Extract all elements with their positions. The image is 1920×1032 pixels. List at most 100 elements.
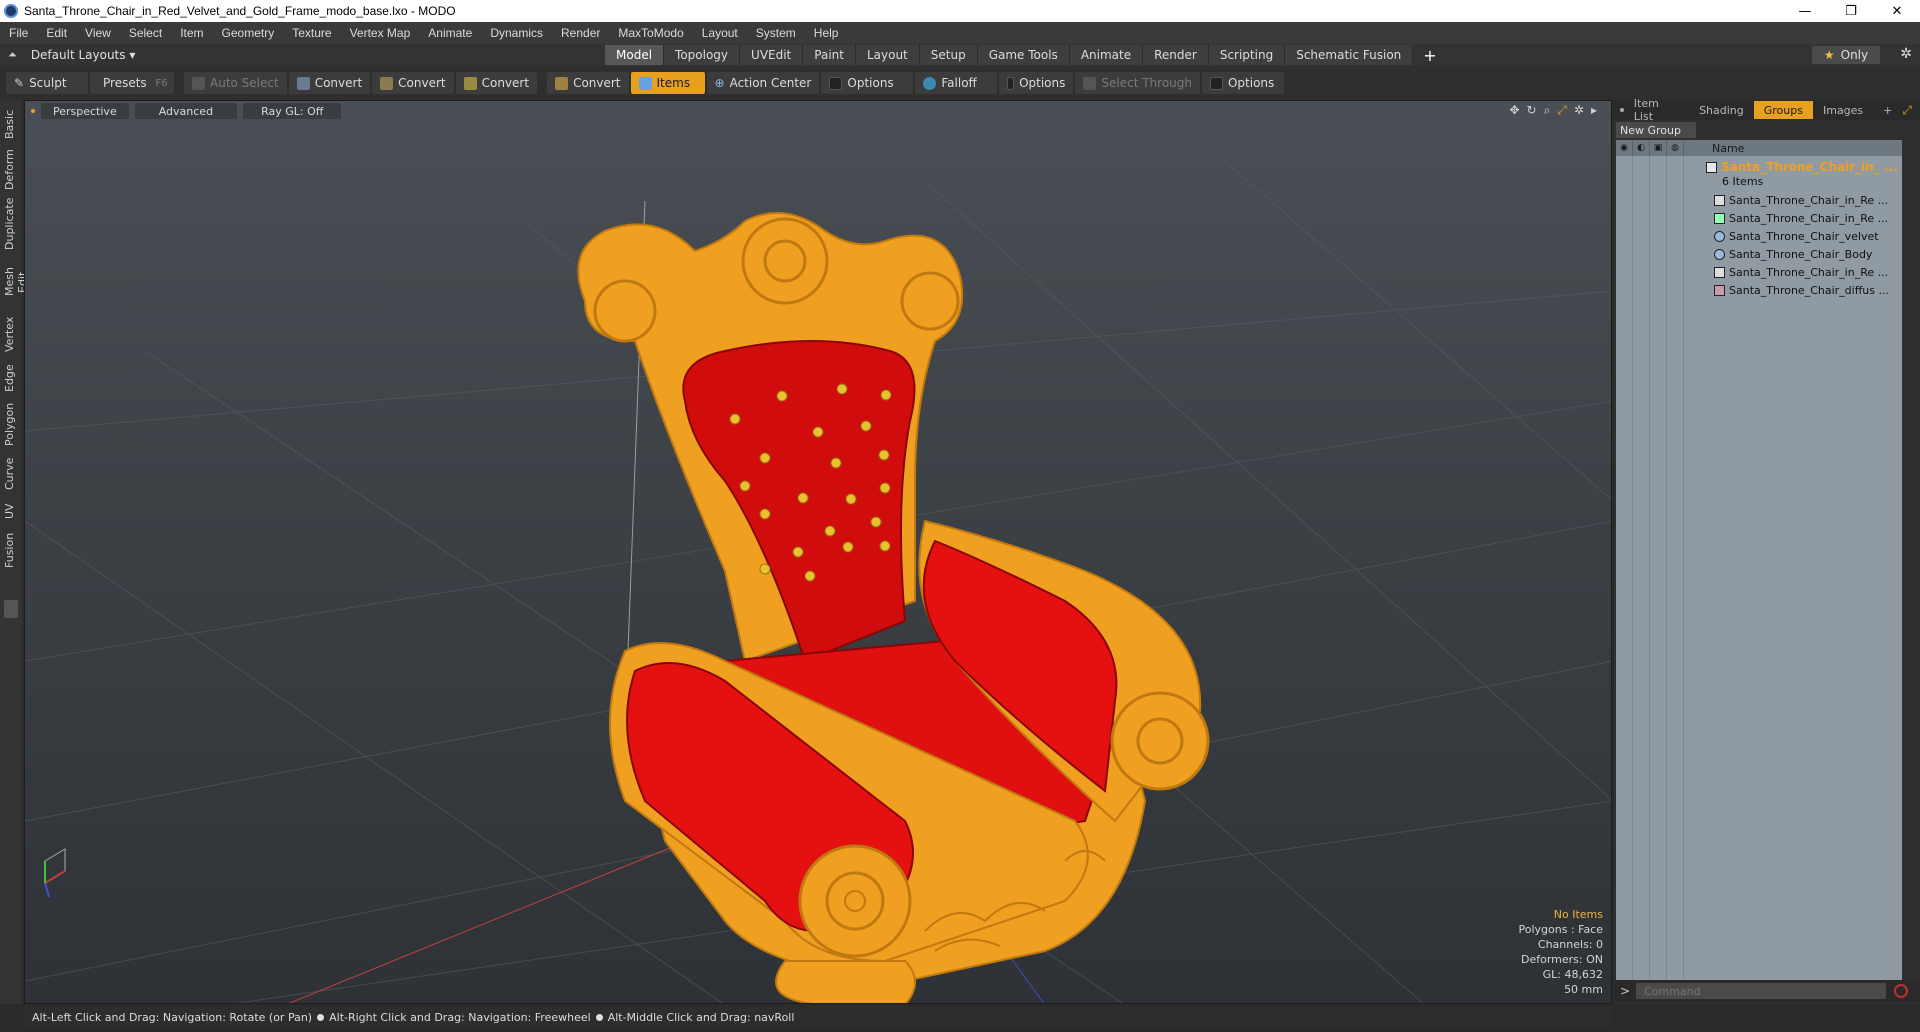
list-item[interactable]: Santa_Throne_Chair_in_Re ... bbox=[1616, 191, 1902, 209]
action-center-button[interactable]: ⊕ Action Center bbox=[706, 72, 820, 94]
menu-view[interactable]: View bbox=[76, 26, 120, 40]
options-button-2[interactable]: Options bbox=[999, 72, 1074, 94]
menu-edit[interactable]: Edit bbox=[37, 26, 76, 40]
options-checkbox-2[interactable] bbox=[1007, 76, 1015, 90]
options-checkbox-1[interactable] bbox=[829, 76, 843, 90]
menu-vertex-map[interactable]: Vertex Map bbox=[341, 26, 420, 40]
sculpt-button[interactable]: ✎ Sculpt bbox=[6, 72, 88, 94]
tab-model[interactable]: Model bbox=[605, 45, 665, 65]
viewport-menu-dot[interactable] bbox=[31, 109, 35, 113]
tab-deform[interactable]: Deform bbox=[3, 148, 19, 192]
options-button-3[interactable]: Options bbox=[1201, 72, 1284, 94]
3d-viewport[interactable]: Perspective Advanced Ray GL: Off ✥ ↻ ⌕ ⤢… bbox=[24, 100, 1612, 1004]
options-checkbox-3[interactable] bbox=[1209, 76, 1223, 90]
tab-game-tools[interactable]: Game Tools bbox=[977, 45, 1070, 65]
layouts-dropdown[interactable]: ⏶ Default Layouts ▾ bbox=[8, 48, 135, 62]
scene-canvas[interactable] bbox=[25, 101, 1612, 1004]
tab-item-list[interactable]: Item List bbox=[1624, 97, 1689, 123]
tab-uvedit[interactable]: UVEdit bbox=[740, 45, 804, 65]
list-item[interactable]: Santa_Throne_Chair_Body bbox=[1616, 245, 1902, 263]
falloff-label: Falloff bbox=[941, 76, 977, 90]
raygl-toggle[interactable]: Ray GL: Off bbox=[243, 103, 342, 119]
add-panel-tab-button[interactable]: + bbox=[1873, 101, 1902, 119]
tab-layout[interactable]: Layout bbox=[855, 45, 920, 65]
convert-edges-button[interactable]: Convert bbox=[372, 72, 454, 94]
list-item[interactable]: Santa_Throne_Chair_diffus ... bbox=[1616, 281, 1902, 299]
viewport-settings-icon[interactable]: ✲ bbox=[1574, 103, 1584, 118]
command-arrow-icon[interactable]: > bbox=[1620, 984, 1630, 998]
add-tab-button[interactable]: + bbox=[1413, 44, 1446, 66]
pan-icon[interactable]: ✥ bbox=[1509, 103, 1519, 118]
menu-system[interactable]: System bbox=[747, 26, 805, 40]
menu-help[interactable]: Help bbox=[805, 26, 848, 40]
menu-layout[interactable]: Layout bbox=[693, 26, 747, 40]
options-button-1[interactable]: Options bbox=[821, 72, 914, 94]
close-button[interactable]: ✕ bbox=[1874, 0, 1920, 22]
name-column-header[interactable]: Name bbox=[1712, 142, 1744, 155]
convert-polygons-button[interactable]: Convert bbox=[455, 72, 538, 94]
tab-scripting[interactable]: Scripting bbox=[1208, 45, 1286, 65]
menu-render[interactable]: Render bbox=[552, 26, 609, 40]
list-item[interactable]: Santa_Throne_Chair_velvet bbox=[1616, 227, 1902, 245]
convert-materials-button[interactable]: Convert bbox=[547, 72, 629, 94]
expand-panel-icon[interactable]: ⤢ bbox=[1902, 103, 1912, 118]
tab-paint[interactable]: Paint bbox=[803, 45, 856, 65]
new-group-button[interactable]: New Group bbox=[1616, 122, 1696, 138]
list-item[interactable]: Santa_Throne_Chair_in_Re ... bbox=[1616, 209, 1902, 227]
items-mode-button[interactable]: Items bbox=[630, 72, 705, 94]
only-toggle-button[interactable]: ★ Only bbox=[1812, 46, 1880, 64]
menu-texture[interactable]: Texture bbox=[283, 26, 340, 40]
lock-column-icon[interactable]: ▣ bbox=[1650, 140, 1667, 156]
command-input[interactable] bbox=[1636, 983, 1887, 999]
view-mode-dropdown[interactable]: Perspective bbox=[41, 103, 129, 119]
menu-item[interactable]: Item bbox=[171, 26, 212, 40]
rotate-icon[interactable]: ↻ bbox=[1527, 103, 1537, 118]
viewport-header: Perspective Advanced Ray GL: Off bbox=[25, 101, 1611, 121]
visibility-column-eye-icon[interactable]: ◉ bbox=[1616, 140, 1633, 156]
tab-mesh-edit[interactable]: Mesh Edit bbox=[3, 256, 29, 308]
tab-fusion[interactable]: Fusion bbox=[3, 530, 19, 570]
tab-topology[interactable]: Topology bbox=[664, 45, 741, 65]
viewport-expand-arrow-icon[interactable]: ▸ bbox=[1591, 103, 1597, 118]
tab-polygon[interactable]: Polygon bbox=[3, 400, 19, 448]
convert-vertices-button[interactable]: Convert bbox=[288, 72, 371, 94]
zoom-icon[interactable]: ⌕ bbox=[1544, 103, 1551, 118]
layouts-label[interactable]: Default Layouts ▾ bbox=[31, 48, 136, 62]
tab-render[interactable]: Render bbox=[1143, 45, 1209, 65]
tab-duplicate[interactable]: Duplicate bbox=[3, 198, 19, 250]
tab-shading[interactable]: Shading bbox=[1689, 101, 1754, 119]
tab-animate[interactable]: Animate bbox=[1069, 45, 1144, 65]
render-column-icon[interactable]: ◐ bbox=[1633, 140, 1650, 156]
tab-curve[interactable]: Curve bbox=[3, 456, 19, 492]
tab-uv[interactable]: UV bbox=[3, 500, 19, 522]
tab-vertex[interactable]: Vertex bbox=[3, 314, 19, 354]
panel-toggle-button[interactable] bbox=[4, 600, 18, 618]
presets-button[interactable]: Presets F6 bbox=[90, 72, 174, 94]
tab-groups[interactable]: Groups bbox=[1753, 101, 1813, 119]
tab-setup[interactable]: Setup bbox=[919, 45, 978, 65]
falloff-button[interactable]: Falloff bbox=[915, 72, 998, 94]
menu-select[interactable]: Select bbox=[120, 26, 171, 40]
select-through-button[interactable]: Select Through bbox=[1075, 72, 1200, 94]
tab-images[interactable]: Images bbox=[1813, 101, 1873, 119]
menu-dynamics[interactable]: Dynamics bbox=[481, 26, 552, 40]
record-macro-icon[interactable] bbox=[1894, 984, 1909, 998]
menu-file[interactable]: File bbox=[0, 26, 37, 40]
auto-select-button[interactable]: Auto Select bbox=[184, 72, 287, 94]
tab-basic[interactable]: Basic bbox=[3, 106, 19, 142]
maximize-viewport-icon[interactable]: ⤢ bbox=[1557, 103, 1567, 118]
minimize-button[interactable]: — bbox=[1782, 0, 1828, 22]
menu-maxtomodo[interactable]: MaxToModo bbox=[609, 26, 692, 40]
menu-animate[interactable]: Animate bbox=[419, 26, 481, 40]
list-item[interactable]: Santa_Throne_Chair_in_Re ... bbox=[1616, 263, 1902, 281]
tab-schematic-fusion[interactable]: Schematic Fusion bbox=[1285, 45, 1414, 65]
layout-toggle-icon[interactable]: ⏶ bbox=[8, 48, 17, 62]
tab-edge[interactable]: Edge bbox=[3, 362, 19, 394]
right-panel-tabs: Item List Shading Groups Images + ⤢ bbox=[1614, 97, 1920, 123]
menu-geometry[interactable]: Geometry bbox=[213, 26, 284, 40]
maximize-button[interactable]: ❐ bbox=[1828, 0, 1874, 22]
shading-dropdown[interactable]: Advanced bbox=[134, 103, 238, 119]
gear-icon[interactable]: ✲ bbox=[1900, 46, 1912, 62]
santa-throne-chair-model[interactable] bbox=[577, 212, 1210, 1004]
select-column-icon[interactable]: ◍ bbox=[1667, 140, 1684, 156]
